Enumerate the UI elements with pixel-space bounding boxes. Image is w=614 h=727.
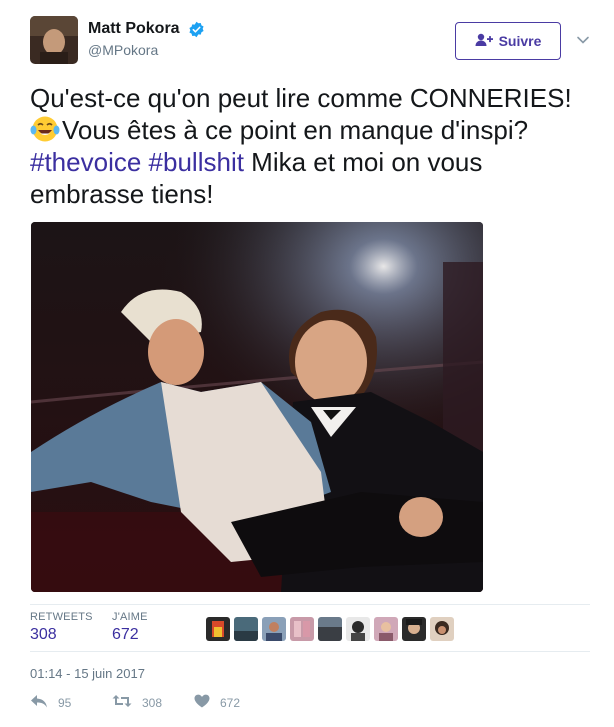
tweet-timestamp[interactable]: 01:14 - 15 juin 2017 [30, 666, 145, 681]
tweet-photo[interactable] [31, 222, 483, 592]
verified-badge-icon [188, 21, 205, 38]
liker-avatar[interactable] [346, 617, 370, 641]
tears-of-joy-emoji-icon [30, 115, 60, 143]
liker-avatar[interactable] [290, 617, 314, 641]
liker-avatar[interactable] [206, 617, 230, 641]
tweet-text: Qu'est-ce qu'on peut lire comme CONNERIE… [30, 82, 590, 210]
liker-avatar[interactable] [262, 617, 286, 641]
retweets-count: 308 [30, 626, 57, 643]
hashtag-link[interactable]: #thevoice [30, 147, 141, 177]
retweet-count: 308 [142, 695, 163, 710]
liker-avatars [206, 617, 454, 641]
follow-user-icon [475, 33, 493, 50]
reply-count: 95 [58, 695, 72, 710]
user-handle[interactable]: @MPokora [88, 42, 205, 58]
heart-icon [194, 694, 210, 711]
liker-avatar[interactable] [318, 617, 342, 641]
retweets-label: RETWEETS [30, 611, 93, 623]
tweet-header: Matt Pokora @MPokora Suivre [30, 16, 590, 66]
chevron-down-icon[interactable] [575, 32, 591, 48]
like-button[interactable]: 672 [194, 694, 240, 711]
likes-label: J'AIME [112, 611, 148, 623]
liker-avatar[interactable] [374, 617, 398, 641]
tweet-text-part: Qu'est-ce qu'on peut lire comme CONNERIE… [30, 83, 572, 113]
follow-button-label: Suivre [498, 33, 542, 49]
liker-avatar[interactable] [234, 617, 258, 641]
liker-avatar[interactable] [430, 617, 454, 641]
likes-count: 672 [112, 626, 139, 643]
follow-button[interactable]: Suivre [455, 22, 561, 60]
retweet-button[interactable]: 308 [112, 694, 162, 711]
hashtag-link[interactable]: #bullshit [149, 147, 244, 177]
retweet-icon [112, 694, 132, 711]
display-name[interactable]: Matt Pokora [88, 20, 180, 38]
tweet-stats: RETWEETS 308 J'AIME 672 [30, 604, 590, 652]
retweets-stat[interactable]: RETWEETS 308 [30, 611, 93, 644]
like-count: 672 [220, 695, 241, 710]
liker-avatar[interactable] [402, 617, 426, 641]
reply-button[interactable]: 95 [30, 694, 71, 711]
avatar[interactable] [30, 16, 78, 64]
likes-stat[interactable]: J'AIME 672 [112, 611, 148, 644]
tweet-text-part: Vous êtes à ce point en manque d'inspi? [62, 115, 529, 145]
name-block: Matt Pokora @MPokora [88, 20, 205, 58]
reply-icon [30, 694, 48, 711]
